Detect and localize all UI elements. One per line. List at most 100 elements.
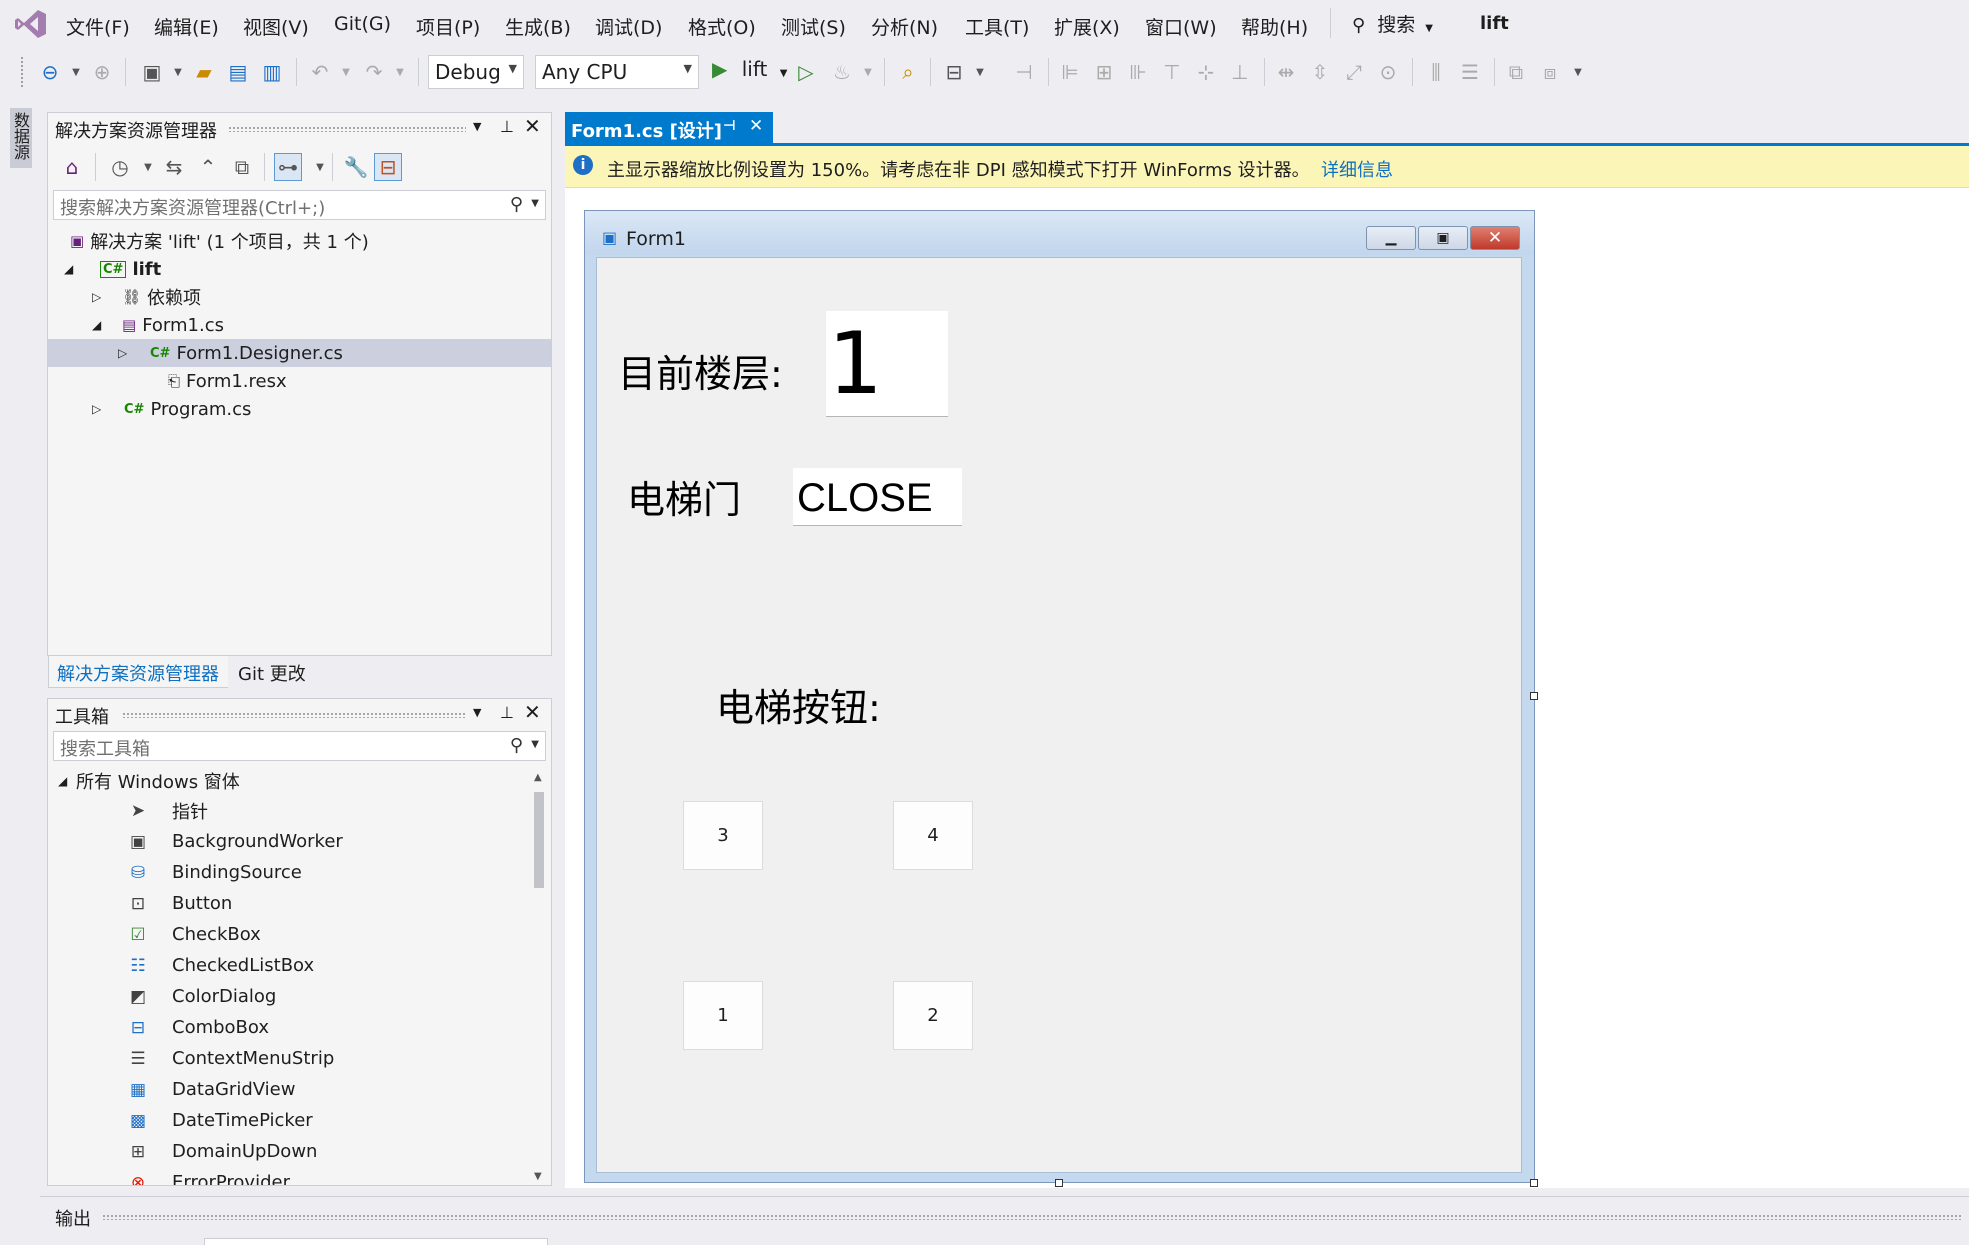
vertical-spacing-icon[interactable]: ☰ [1456, 58, 1484, 86]
undo-dropdown-icon[interactable]: ▼ [332, 58, 360, 86]
forward-icon[interactable]: ⊕ [88, 58, 116, 86]
menu-view[interactable]: 视图(V) [243, 13, 309, 40]
toolbox-item-backgroundworker[interactable]: ▣ BackgroundWorker [48, 826, 343, 857]
scroll-down-icon[interactable]: ▼ [534, 1171, 542, 1182]
close-icon[interactable]: ✕ [524, 114, 541, 138]
resize-handle-corner[interactable] [1530, 1179, 1538, 1187]
collapse-all-icon[interactable]: ⌃ [194, 153, 222, 181]
tree-item-form1-resx[interactable]: ⎗ Form1.resx [48, 367, 551, 395]
sync-icon[interactable]: ⇆ [160, 153, 188, 181]
data-sources-tab[interactable]: 数据源 [10, 108, 32, 168]
views-dropdown-icon[interactable]: ▼ [306, 153, 334, 181]
menu-test[interactable]: 测试(S) [781, 13, 846, 40]
preview-selected-icon[interactable]: ⊟ [374, 153, 402, 181]
floor-3-button[interactable]: 3 [683, 801, 763, 870]
resize-handle-right[interactable] [1530, 692, 1538, 700]
pin-icon[interactable]: ⊥ [500, 117, 514, 136]
undo-icon[interactable]: ↶ [306, 58, 334, 86]
align-to-grid-icon[interactable]: ⊣ [1010, 58, 1038, 86]
floor-1-button[interactable]: 1 [683, 981, 763, 1050]
size-to-grid-icon[interactable]: ⤢ [1340, 58, 1368, 86]
toolbar-grip[interactable] [20, 56, 24, 88]
pending-dropdown-icon[interactable]: ▼ [134, 153, 162, 181]
toolbox-item-datetimepicker[interactable]: ▩ DateTimePicker [48, 1105, 313, 1136]
tree-item-project[interactable]: ◢ C# lift [48, 255, 551, 283]
align-rights-icon[interactable]: ⊪ [1124, 58, 1152, 86]
show-all-files-icon[interactable]: ⧉ [228, 153, 256, 181]
maximize-button[interactable]: ▣ [1418, 226, 1468, 250]
toolbox-item-checkbox[interactable]: ☑ CheckBox [48, 919, 260, 950]
configuration-combo[interactable]: Debug ▼ [428, 55, 524, 89]
tab-solution-explorer[interactable]: 解决方案资源管理器 [48, 656, 228, 688]
resize-handle-bottom[interactable] [1055, 1179, 1063, 1187]
menu-file[interactable]: 文件(F) [66, 13, 130, 40]
hot-reload-icon[interactable]: ♨ [828, 58, 856, 86]
properties-icon[interactable]: 🔧 [342, 153, 370, 181]
pin-icon[interactable]: ⊣ [723, 118, 736, 134]
tab-form1-design[interactable]: Form1.cs [设计] ⊣ ✕ [565, 112, 773, 144]
menu-build[interactable]: 生成(B) [505, 13, 571, 40]
menu-debug[interactable]: 调试(D) [595, 13, 662, 40]
toolbox-item-contextmenustrip[interactable]: ☰ ContextMenuStrip [48, 1043, 334, 1074]
toolbar-overflow-icon[interactable]: ▼ [1564, 58, 1592, 86]
tree-item-dependencies[interactable]: ▷ ⛓ 依赖项 [48, 283, 551, 311]
align-tops-icon[interactable]: ⊤ [1158, 58, 1186, 86]
find-in-files-icon[interactable]: ⌕ [894, 58, 922, 86]
panel-menu-icon[interactable]: ▼ [473, 706, 481, 719]
menu-tools[interactable]: 工具(T) [965, 13, 1029, 40]
start-debugging-button[interactable]: ▶ lift ▼ [712, 57, 787, 87]
switch-views-icon[interactable]: ⊶ [274, 153, 302, 181]
align-middles-icon[interactable]: ⊹ [1192, 58, 1220, 86]
zoom-icon[interactable]: ⊙ [1374, 58, 1402, 86]
toolbox-item-errorprovider[interactable]: ⊗ ErrorProvider [48, 1167, 290, 1185]
platform-combo[interactable]: Any CPU ▼ [535, 55, 699, 89]
panel-menu-icon[interactable]: ▼ [473, 120, 481, 133]
back-icon[interactable]: ⊖ [36, 58, 64, 86]
hot-reload-dropdown-icon[interactable]: ▼ [854, 58, 882, 86]
new-dropdown-icon[interactable]: ▼ [164, 58, 192, 86]
close-icon[interactable]: ✕ [749, 116, 763, 136]
minimize-button[interactable]: ▁ [1366, 226, 1416, 250]
floor-4-button[interactable]: 4 [893, 801, 973, 870]
layout-icon[interactable]: ⊟ [940, 58, 968, 86]
scrollbar-thumb[interactable] [534, 792, 544, 888]
menu-extensions[interactable]: 扩展(X) [1054, 13, 1120, 40]
toolbox-item-datagridview[interactable]: ▦ DataGridView [48, 1074, 296, 1105]
align-centers-icon[interactable]: ⊞ [1090, 58, 1118, 86]
search-button[interactable]: ⚲ 搜索 ▼ [1352, 10, 1433, 36]
toolbox-item-combobox[interactable]: ⊟ ComboBox [48, 1012, 269, 1043]
floor-2-button[interactable]: 2 [893, 981, 973, 1050]
home-icon[interactable]: ⌂ [58, 153, 86, 181]
align-bottoms-icon[interactable]: ⊥ [1226, 58, 1254, 86]
toolbox-item-bindingsource[interactable]: ⛁ BindingSource [48, 857, 302, 888]
more-info-link[interactable]: 详细信息 [1321, 156, 1393, 182]
toolbox-item-domainupdown[interactable]: ⊞ DomainUpDown [48, 1136, 318, 1167]
new-project-icon[interactable]: ▣ [138, 58, 166, 86]
solution-search-input[interactable]: 搜索解决方案资源管理器(Ctrl+;) ⚲ ▼ [53, 190, 546, 220]
tree-item-form1[interactable]: ◢ ▤ Form1.cs [48, 311, 551, 339]
layout-dropdown-icon[interactable]: ▼ [966, 58, 994, 86]
toolbox-item-checkedlistbox[interactable]: ☷ CheckedListBox [48, 950, 314, 981]
tab-git-changes[interactable]: Git 更改 [238, 660, 306, 686]
menu-help[interactable]: 帮助(H) [1241, 13, 1308, 40]
make-same-height-icon[interactable]: ⇳ [1306, 58, 1334, 86]
menu-window[interactable]: 窗口(W) [1145, 13, 1217, 40]
redo-icon[interactable]: ↷ [360, 58, 388, 86]
tree-item-program[interactable]: ▷ C# Program.cs [48, 395, 551, 423]
toolbox-scrollbar[interactable]: ▲ ▼ [531, 770, 547, 1184]
toolbox-item-colordialog[interactable]: ◩ ColorDialog [48, 981, 276, 1012]
scroll-up-icon[interactable]: ▲ [534, 772, 542, 783]
toolbox-search-input[interactable]: 搜索工具箱 ⚲ ▼ [53, 731, 546, 761]
pin-icon[interactable]: ⊥ [500, 703, 514, 722]
menu-git[interactable]: Git(G) [334, 13, 391, 35]
toolbox-item-pointer[interactable]: ➤ 指针 [48, 795, 208, 826]
tree-item-form1-designer[interactable]: ▷ C# Form1.Designer.cs [48, 339, 551, 367]
close-icon[interactable]: ✕ [524, 700, 541, 724]
close-window-button[interactable]: ✕ [1470, 226, 1520, 250]
output-source-combo[interactable] [204, 1238, 548, 1245]
menu-analyze[interactable]: 分析(N) [871, 13, 938, 40]
redo-dropdown-icon[interactable]: ▼ [386, 58, 414, 86]
menu-edit[interactable]: 编辑(E) [154, 13, 219, 40]
toolbox-item-button[interactable]: ⊡ Button [48, 888, 232, 919]
tree-item-solution[interactable]: ▣ 解决方案 'lift' (1 个项目，共 1 个) [48, 227, 551, 255]
